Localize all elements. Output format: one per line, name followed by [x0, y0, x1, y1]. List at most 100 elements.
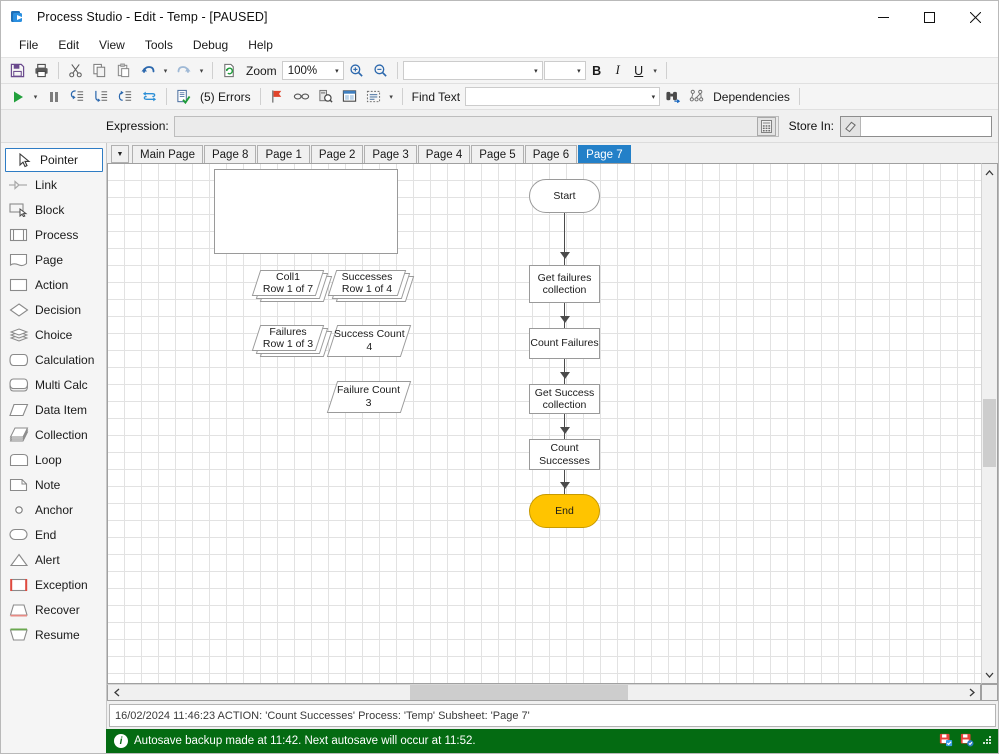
data-item-failure-count[interactable]: Failure Count 3 — [326, 381, 412, 413]
palette-item-pointer[interactable]: Pointer — [5, 148, 103, 172]
step-out-icon[interactable] — [114, 85, 137, 108]
palette-item-block[interactable]: Block — [1, 197, 106, 222]
tab-page-4[interactable]: Page 4 — [417, 145, 471, 163]
redo-icon[interactable] — [172, 59, 195, 82]
select-all-icon[interactable] — [362, 85, 385, 108]
font-family-combo[interactable]: ▾ — [402, 61, 543, 80]
scroll-left-button[interactable] — [108, 685, 125, 700]
palette-item-recover[interactable]: Recover — [1, 597, 106, 622]
flow-node-start[interactable]: Start — [529, 179, 600, 213]
connection-status-icon[interactable] — [960, 733, 974, 750]
menu-item-view[interactable]: View — [89, 35, 135, 55]
panel-icon[interactable] — [338, 85, 361, 108]
italic-button[interactable]: I — [608, 61, 628, 81]
underline-button[interactable]: U — [629, 61, 649, 81]
tab-page-8[interactable]: Page 8 — [203, 145, 257, 163]
palette-item-resume[interactable]: Resume — [1, 622, 106, 647]
select-dropdown-icon[interactable]: ▾ — [386, 86, 397, 107]
palette-item-alert[interactable]: Alert — [1, 547, 106, 572]
palette-item-calculation[interactable]: Calculation — [1, 347, 106, 372]
palette-item-action[interactable]: Action — [1, 272, 106, 297]
dependencies-label[interactable]: Dependencies — [709, 90, 794, 104]
menu-item-file[interactable]: File — [9, 35, 48, 55]
zoom-out-icon[interactable] — [369, 59, 392, 82]
run-dropdown-icon[interactable]: ▾ — [30, 86, 41, 107]
note-blank[interactable] — [214, 169, 398, 254]
save-status-icon[interactable] — [939, 733, 953, 750]
palette-item-process[interactable]: Process — [1, 222, 106, 247]
flow-node-get-failures[interactable]: Get failures collection — [529, 265, 600, 303]
breakpoint-flag-icon[interactable] — [266, 85, 289, 108]
palette-item-end[interactable]: End — [1, 522, 106, 547]
menu-item-help[interactable]: Help — [238, 35, 283, 55]
palette-item-link[interactable]: Link — [1, 172, 106, 197]
step-over-icon[interactable] — [90, 85, 113, 108]
step-into-icon[interactable] — [66, 85, 89, 108]
chain-link-icon[interactable] — [290, 85, 313, 108]
collection-coll1[interactable]: Coll1 Row 1 of 7 — [251, 270, 333, 306]
palette-item-loop[interactable]: Loop — [1, 447, 106, 472]
palette-item-multi-calc[interactable]: Multi Calc — [1, 372, 106, 397]
redo-dropdown-icon[interactable]: ▾ — [196, 60, 207, 81]
flow-node-count-failures[interactable]: Count Failures — [529, 328, 600, 359]
zoom-combo[interactable]: 100% ▾ — [281, 61, 344, 80]
resize-grip-icon[interactable] — [981, 734, 992, 748]
horizontal-scroll-thumb[interactable] — [409, 685, 628, 700]
font-size-combo[interactable]: ▾ — [543, 61, 586, 80]
store-in-input[interactable] — [840, 115, 992, 137]
tab-main-page[interactable]: Main Page — [132, 145, 203, 163]
refresh-page-icon[interactable] — [218, 59, 241, 82]
errors-label[interactable]: (5) Errors — [196, 90, 255, 104]
zoom-in-icon[interactable] — [345, 59, 368, 82]
format-more-icon[interactable]: ▾ — [650, 60, 661, 81]
tab-page-6[interactable]: Page 6 — [524, 145, 578, 163]
print-icon[interactable] — [30, 59, 53, 82]
vertical-scrollbar[interactable] — [981, 163, 998, 684]
menu-item-debug[interactable]: Debug — [183, 35, 238, 55]
scroll-right-button[interactable] — [963, 685, 980, 700]
close-button[interactable] — [952, 1, 998, 33]
undo-icon[interactable] — [136, 59, 159, 82]
flow-node-get-success[interactable]: Get Success collection — [529, 384, 600, 414]
palette-item-page[interactable]: Page — [1, 247, 106, 272]
tab-page-3[interactable]: Page 3 — [364, 145, 417, 163]
palette-item-decision[interactable]: Decision — [1, 297, 106, 322]
bold-button[interactable]: B — [587, 61, 607, 81]
save-icon[interactable] — [6, 59, 29, 82]
collection-successes[interactable]: Successes Row 1 of 4 — [327, 270, 416, 306]
flow-node-count-successes[interactable]: Count Successes — [529, 439, 600, 470]
palette-item-exception[interactable]: Exception — [1, 572, 106, 597]
tab-page-2[interactable]: Page 2 — [310, 145, 364, 163]
vertical-scroll-thumb[interactable] — [983, 399, 996, 468]
data-item-success-count[interactable]: Success Count 4 — [326, 325, 412, 357]
process-canvas[interactable]: Coll1 Row 1 of 7 Successes Row 1 of 4 Fa… — [107, 163, 981, 684]
palette-item-collection[interactable]: Collection — [1, 422, 106, 447]
undo-dropdown-icon[interactable]: ▾ — [160, 60, 171, 81]
validate-icon[interactable] — [172, 85, 195, 108]
scroll-up-button[interactable] — [982, 164, 997, 181]
execution-log-bar[interactable]: 16/02/2024 11:46:23 ACTION: 'Count Succe… — [109, 704, 996, 727]
search-process-icon[interactable] — [314, 85, 337, 108]
menu-item-tools[interactable]: Tools — [135, 35, 183, 55]
flow-node-end[interactable]: End — [529, 494, 600, 528]
copy-icon[interactable] — [88, 59, 111, 82]
palette-item-choice[interactable]: Choice — [1, 322, 106, 347]
cut-icon[interactable] — [64, 59, 87, 82]
paste-icon[interactable] — [112, 59, 135, 82]
menu-item-edit[interactable]: Edit — [48, 35, 89, 55]
palette-item-anchor[interactable]: Anchor — [1, 497, 106, 522]
tab-dropdown-icon[interactable]: ▼ — [111, 145, 129, 163]
vertical-scroll-track[interactable] — [982, 181, 997, 666]
palette-item-note[interactable]: Note — [1, 472, 106, 497]
run-play-icon[interactable] — [6, 85, 29, 108]
palette-item-data-item[interactable]: Data Item — [1, 397, 106, 422]
dependencies-icon[interactable] — [685, 85, 708, 108]
find-text-input[interactable]: ▾ — [465, 87, 661, 106]
scroll-down-button[interactable] — [982, 666, 997, 683]
minimize-button[interactable] — [860, 1, 906, 33]
horizontal-scrollbar[interactable] — [107, 684, 981, 701]
reset-icon[interactable] — [138, 85, 161, 108]
pause-icon[interactable] — [42, 85, 65, 108]
maximize-button[interactable] — [906, 1, 952, 33]
calculator-icon[interactable] — [756, 116, 776, 136]
